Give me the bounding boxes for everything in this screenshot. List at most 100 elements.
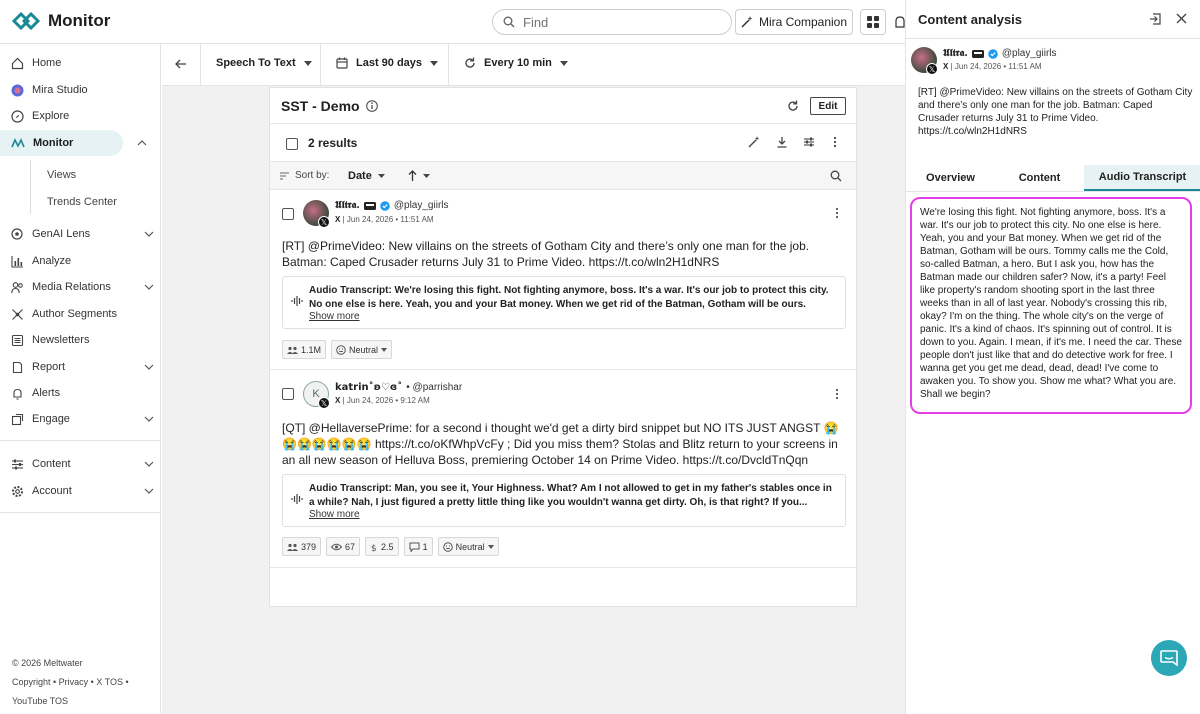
mira-companion-button[interactable]: Mira Companion xyxy=(735,9,853,35)
sidebar-item-media-relations[interactable]: Media Relations xyxy=(0,274,161,300)
refresh-interval-dropdown[interactable]: Every 10 min xyxy=(464,57,568,69)
chevron-down-icon[interactable] xyxy=(137,461,161,467)
post-checkbox[interactable] xyxy=(282,208,294,220)
x-logo-icon: 𝕏 xyxy=(318,397,330,409)
views-chip[interactable]: 67 xyxy=(326,537,361,556)
caret-down-icon xyxy=(303,60,312,66)
sidebar-item-label: Account xyxy=(32,485,72,497)
more-vertical-icon[interactable] xyxy=(835,207,839,219)
sidebar-item-newsletters[interactable]: Newsletters xyxy=(0,327,161,353)
tab-overview[interactable]: Overview xyxy=(906,165,995,191)
search-icon[interactable] xyxy=(830,170,842,182)
post-author[interactable]: 𝖀𝖑𝖙𝖗𝖆. @play_giirls xyxy=(335,200,449,211)
sidebar-item-explore[interactable]: Explore xyxy=(0,103,161,129)
date-range-dropdown[interactable]: Last 90 days xyxy=(336,57,439,69)
panel-author[interactable]: 𝖀𝖑𝖙𝖗𝖆. @play_giirls xyxy=(943,48,1057,59)
panel-tabs: Overview Content Audio Transcript xyxy=(906,165,1200,192)
x-logo-icon: 𝕏 xyxy=(318,216,330,228)
bell-icon xyxy=(895,16,905,28)
search-input[interactable] xyxy=(523,14,703,30)
reach-value: 379 xyxy=(301,541,317,552)
search-box[interactable] xyxy=(492,9,732,35)
sidebar-item-alerts[interactable]: Alerts xyxy=(0,380,161,406)
comments-value: 1 xyxy=(422,541,428,552)
tab-audio-transcript[interactable]: Audio Transcript xyxy=(1084,165,1200,191)
refresh-icon xyxy=(788,100,798,111)
chevron-down-icon[interactable] xyxy=(137,364,161,370)
compass-icon xyxy=(11,109,24,123)
download-icon[interactable] xyxy=(776,136,788,148)
edit-button[interactable]: Edit xyxy=(810,97,846,115)
audio-transcript-box: Audio Transcript: Man, you see it, Your … xyxy=(282,474,846,527)
close-icon[interactable] xyxy=(1176,13,1187,24)
sidebar-item-genai-lens[interactable]: GenAI Lens xyxy=(0,221,161,247)
info-icon[interactable] xyxy=(365,100,378,112)
chevron-down-icon[interactable] xyxy=(137,416,161,422)
gear-icon xyxy=(12,485,23,497)
sidebar-item-engage[interactable]: Engage xyxy=(0,406,161,432)
arrow-up-icon xyxy=(408,170,417,181)
sidebar-item-monitor[interactable]: Monitor xyxy=(0,130,147,156)
audio-transcript-box: Audio Transcript: We're losing this figh… xyxy=(282,276,846,329)
back-button[interactable] xyxy=(174,57,188,74)
sidebar-item-mira-studio[interactable]: Mira Studio xyxy=(0,77,161,103)
sidebar-item-content[interactable]: Content xyxy=(0,451,161,477)
sidebar-subitem-trends-center[interactable]: Trends Center xyxy=(47,196,117,208)
dollar-icon: $ xyxy=(371,544,377,552)
speech-to-text-label: Speech To Text xyxy=(216,57,296,69)
sort-bar: Sort by: Date xyxy=(270,162,856,190)
chevron-down-icon[interactable] xyxy=(137,231,161,237)
chevron-up-icon[interactable] xyxy=(130,140,154,146)
post-card[interactable]: 𝕏 𝖀𝖑𝖙𝖗𝖆. @play_giirls X | Jun 24, 2026 •… xyxy=(270,190,856,370)
reach-chip[interactable]: 1.1M xyxy=(282,340,327,359)
magic-wand-icon[interactable] xyxy=(748,136,760,148)
author-name: katrin˚ʚ♡ɞ˚ xyxy=(335,382,403,393)
feed-title: SST - Demo xyxy=(281,98,378,114)
show-more-link[interactable]: Show more xyxy=(309,509,360,520)
footer-youtube-tos[interactable]: YouTube TOS xyxy=(12,696,68,706)
value-chip[interactable]: $ 2.5 xyxy=(365,537,399,556)
author-handle: • @parrishar xyxy=(406,382,463,393)
more-vertical-icon[interactable] xyxy=(833,136,837,148)
speech-to-text-dropdown[interactable]: Speech To Text xyxy=(216,57,312,69)
chevron-down-icon[interactable] xyxy=(137,284,161,290)
sentiment-chip[interactable]: Neutral xyxy=(437,537,499,556)
sidebar-item-account[interactable]: Account xyxy=(0,478,161,504)
apps-button[interactable] xyxy=(860,9,886,35)
sort-field-value: Date xyxy=(348,170,372,182)
sidebar-item-home[interactable]: Home xyxy=(0,50,161,76)
sidebar-item-analyze[interactable]: Analyze xyxy=(0,248,161,274)
top-bar: Monitor Mira Companion xyxy=(0,0,905,44)
show-more-link[interactable]: Show more xyxy=(309,311,360,322)
sidebar-item-author-segments[interactable]: Author Segments xyxy=(0,301,161,327)
chat-button[interactable] xyxy=(1151,640,1187,676)
footer-links[interactable]: Copyright • Privacy • X TOS • xyxy=(12,677,129,687)
refresh-button[interactable] xyxy=(787,100,799,115)
notifications-button[interactable] xyxy=(893,9,905,35)
post-author[interactable]: katrin˚ʚ♡ɞ˚ • @parrishar xyxy=(335,382,462,393)
reach-chip[interactable]: 379 xyxy=(282,537,322,556)
select-all-checkbox[interactable] xyxy=(286,138,298,150)
post-checkbox[interactable] xyxy=(282,388,294,400)
comments-chip[interactable]: 1 xyxy=(403,537,433,556)
chevron-down-icon[interactable] xyxy=(137,488,161,494)
sort-field-dropdown[interactable]: Date xyxy=(348,170,385,182)
sort-direction-dropdown[interactable] xyxy=(408,170,430,181)
logo-icon xyxy=(12,12,40,30)
author-name: 𝖀𝖑𝖙𝖗𝖆. xyxy=(335,200,360,211)
sidebar-item-label: Explore xyxy=(32,110,70,122)
open-in-new-icon[interactable] xyxy=(1149,13,1161,25)
audio-transcript-full: We're losing this fight. Not fighting an… xyxy=(910,197,1192,414)
logo[interactable]: Monitor xyxy=(12,11,110,31)
sidebar-subitem-views[interactable]: Views xyxy=(47,169,76,181)
bar-chart-icon xyxy=(11,255,23,268)
post-card[interactable]: K 𝕏 katrin˚ʚ♡ɞ˚ • @parrishar X | Jun 24,… xyxy=(270,370,856,568)
tab-content[interactable]: Content xyxy=(995,165,1084,191)
more-vertical-icon[interactable] xyxy=(835,388,839,400)
sidebar-item-label: Analyze xyxy=(32,255,72,267)
feed-title-text: SST - Demo xyxy=(281,98,360,114)
footer-copyright: © 2026 Meltwater xyxy=(12,658,83,668)
sidebar-item-report[interactable]: Report xyxy=(0,354,161,380)
filter-sliders-icon[interactable] xyxy=(803,136,815,148)
sentiment-chip[interactable]: Neutral xyxy=(331,340,393,359)
